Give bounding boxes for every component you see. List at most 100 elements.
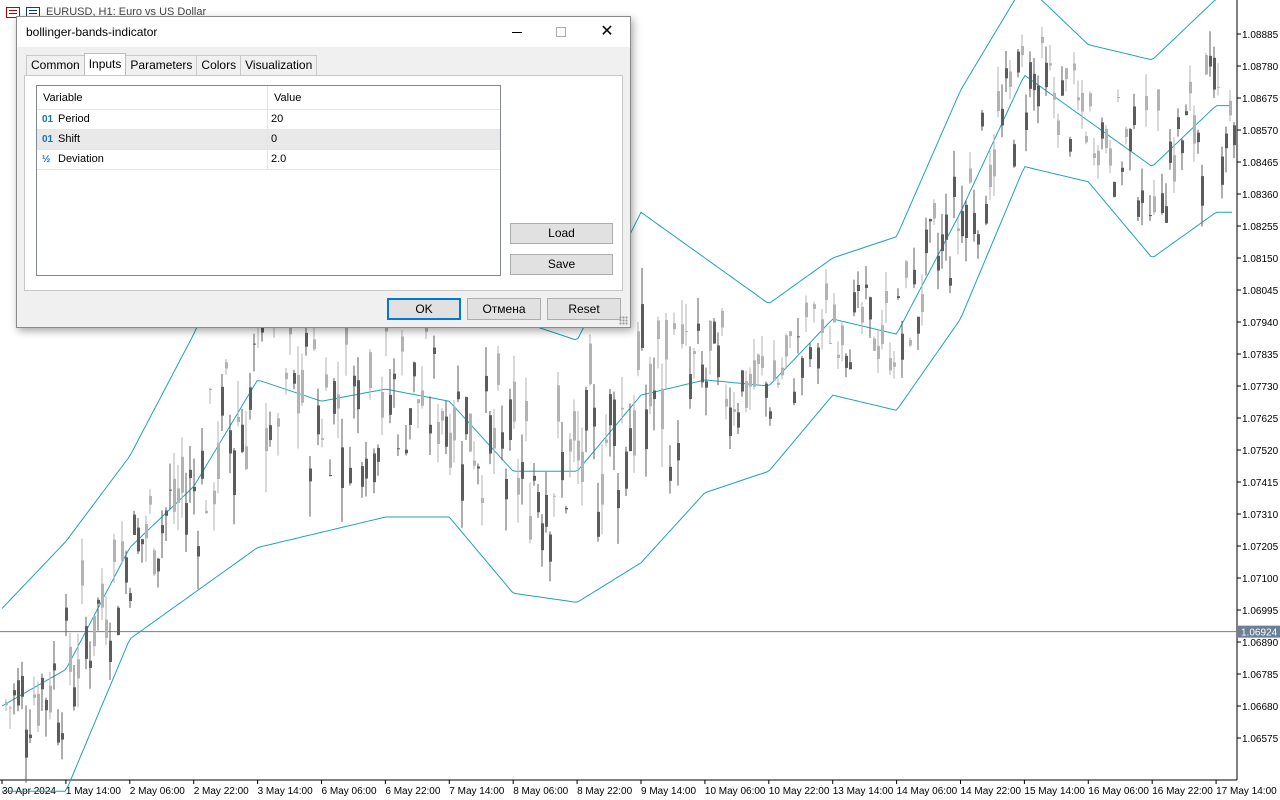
candle-body xyxy=(101,583,104,608)
reset-button[interactable]: Reset xyxy=(547,298,621,320)
candle-body xyxy=(469,413,472,452)
candle-body xyxy=(1049,63,1052,66)
candle-body xyxy=(965,204,968,239)
candle-body xyxy=(505,478,508,500)
tab-parameters[interactable]: Parameters xyxy=(125,55,198,75)
candle-body xyxy=(517,477,520,495)
tab-common[interactable]: Common xyxy=(26,55,85,75)
minimize-button[interactable] xyxy=(494,17,540,47)
grid-row-shift[interactable]: 01 Shift 0 xyxy=(37,130,500,150)
candle-body xyxy=(569,439,572,452)
candle-body xyxy=(225,362,228,369)
candle-body xyxy=(1201,176,1204,206)
value-cell[interactable]: 20 xyxy=(268,110,500,129)
candle-body xyxy=(773,360,776,381)
price-tick-label: 1.06785 xyxy=(1242,670,1279,681)
candle-body xyxy=(125,557,128,583)
candle-body xyxy=(621,407,624,410)
dialog-title: bollinger-bands-indicator xyxy=(26,25,158,39)
candle-body xyxy=(969,168,972,183)
integer-type-icon: 01 xyxy=(42,114,54,125)
value-cell[interactable]: 2.0 xyxy=(268,150,500,169)
candle-body xyxy=(717,345,720,378)
candle-body xyxy=(245,446,248,470)
candle-body xyxy=(733,409,736,412)
time-tick-label: 7 May 14:00 xyxy=(449,786,504,797)
candle-body xyxy=(1101,122,1104,139)
grid-row-deviation[interactable]: ½ Deviation 2.0 xyxy=(37,150,500,170)
candle-body xyxy=(653,390,656,400)
candle-body xyxy=(1085,136,1088,143)
cancel-button[interactable]: Отмена xyxy=(467,298,541,320)
price-tick-label: 1.08150 xyxy=(1242,254,1279,265)
candle-body xyxy=(161,525,164,534)
indicator-properties-dialog[interactable]: bollinger-bands-indicator ✕ Common Input… xyxy=(16,16,631,328)
save-button[interactable]: Save xyxy=(510,254,613,275)
value-cell[interactable]: 0 xyxy=(268,130,500,149)
candle-body xyxy=(1061,80,1064,96)
candle-body xyxy=(549,534,552,562)
candle-body xyxy=(1009,71,1012,87)
tab-inputs[interactable]: Inputs xyxy=(83,53,127,75)
time-tick-label: 8 May 22:00 xyxy=(577,786,632,797)
candle-body xyxy=(841,325,844,346)
price-tick-label: 1.06680 xyxy=(1242,702,1279,713)
candle-body xyxy=(321,438,324,440)
candle-body xyxy=(317,405,320,435)
candle-body xyxy=(821,319,824,333)
candle-body xyxy=(229,430,232,454)
inputs-grid[interactable]: Variable Value 01 Period 20 01 Shift 0 ½… xyxy=(36,85,501,276)
time-tick-label: 16 May 22:00 xyxy=(1152,786,1213,797)
candle-body xyxy=(1013,144,1016,167)
maximize-button[interactable] xyxy=(538,17,584,47)
candle-body xyxy=(405,449,408,454)
variable-column-header[interactable]: Variable xyxy=(37,86,268,109)
tab-colors[interactable]: Colors xyxy=(196,55,242,75)
candle-body xyxy=(897,296,900,298)
candle-body xyxy=(89,660,92,668)
time-tick-label: 17 May 14:00 xyxy=(1216,786,1277,797)
candle-body xyxy=(93,615,96,647)
candle-body xyxy=(669,466,672,481)
candle-body xyxy=(1169,141,1172,163)
candle-body xyxy=(849,362,852,370)
value-column-header[interactable]: Value xyxy=(268,86,500,109)
candle-body xyxy=(85,626,88,659)
load-button[interactable]: Load xyxy=(510,223,613,244)
close-button[interactable]: ✕ xyxy=(584,17,630,47)
candle-body xyxy=(1205,55,1208,75)
candle-body xyxy=(941,234,944,252)
candle-body xyxy=(173,478,176,512)
variable-name: Deviation xyxy=(58,153,104,165)
candle-body xyxy=(233,450,236,496)
candle-body xyxy=(633,410,636,456)
candle-body xyxy=(25,729,28,758)
double-type-icon: ½ xyxy=(42,154,51,165)
candle-body xyxy=(925,229,928,254)
candle-body xyxy=(149,496,152,505)
candle-body xyxy=(1005,68,1008,79)
candle-body xyxy=(1069,139,1072,152)
grid-row-period[interactable]: 01 Period 20 xyxy=(37,110,500,130)
candle-body xyxy=(817,347,820,369)
candle-body xyxy=(597,511,600,537)
candle-body xyxy=(581,451,584,482)
resize-grip-icon[interactable] xyxy=(619,316,628,325)
dialog-titlebar[interactable]: bollinger-bands-indicator ✕ xyxy=(17,17,630,47)
candle-body xyxy=(213,490,216,505)
candle-body xyxy=(593,407,596,427)
candle-body xyxy=(769,411,772,419)
candle-body xyxy=(737,412,740,428)
candle-body xyxy=(1021,46,1024,56)
ok-button[interactable]: OK xyxy=(387,298,461,320)
candle-body xyxy=(789,331,792,337)
candle-body xyxy=(381,392,384,418)
candle-body xyxy=(981,112,984,127)
candle-body xyxy=(33,694,36,698)
candle-body xyxy=(797,336,800,338)
current-price-label: 1.06924 xyxy=(1241,628,1278,639)
candle-body xyxy=(1113,182,1116,197)
candle-body xyxy=(1137,200,1140,217)
minimize-icon xyxy=(512,31,522,33)
tab-visualization[interactable]: Visualization xyxy=(240,55,318,75)
